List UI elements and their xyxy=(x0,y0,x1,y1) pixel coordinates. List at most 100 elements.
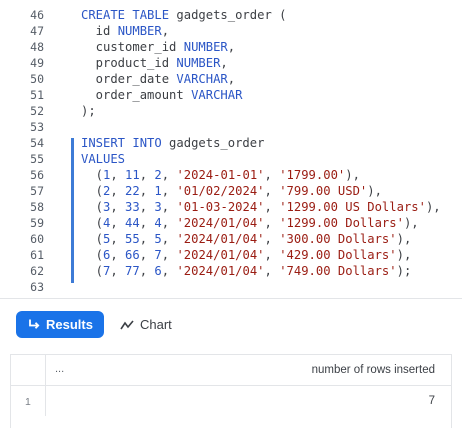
code-text: product_id NUMBER, xyxy=(81,55,228,71)
number-literal: 2 xyxy=(154,168,162,182)
number-literal: 22 xyxy=(125,184,140,198)
code-text: (5, 55, 5, '2024/01/04', '300.00 Dollars… xyxy=(81,231,412,247)
code-token: , xyxy=(264,248,280,262)
code-line[interactable]: 51 order_amount VARCHAR xyxy=(0,87,462,103)
code-token: , xyxy=(110,264,126,278)
code-line[interactable]: 56 (1, 11, 2, '2024-01-01', '1799.00'), xyxy=(0,167,462,183)
code-token: ), xyxy=(345,168,360,182)
number-literal: 77 xyxy=(125,264,140,278)
code-token: , xyxy=(161,264,177,278)
line-number: 62 xyxy=(30,264,44,278)
sql-editor[interactable]: 46 CREATE TABLE gadgets_order (47 id NUMB… xyxy=(0,0,462,298)
code-token: ( xyxy=(81,248,104,262)
code-text: (3, 33, 3, '01-03-2024', '1299.00 US Dol… xyxy=(81,199,441,215)
code-line[interactable]: 57 (2, 22, 1, '01/02/2024', '799.00 USD'… xyxy=(0,183,462,199)
string-literal: '1299.00 US Dollars' xyxy=(279,200,426,214)
column-header-rows-inserted[interactable]: number of rows inserted xyxy=(312,364,435,376)
string-literal: '429.00 Dollars' xyxy=(279,248,397,262)
code-token: , xyxy=(139,232,155,246)
line-number: 54 xyxy=(30,136,44,150)
line-number: 46 xyxy=(30,8,44,22)
code-line[interactable]: 63 xyxy=(0,279,462,295)
code-line[interactable]: 53 xyxy=(0,119,462,135)
code-line[interactable]: 49 product_id NUMBER, xyxy=(0,55,462,71)
string-literal: '2024/01/04' xyxy=(176,264,265,278)
code-token: ( xyxy=(81,232,104,246)
code-text: (1, 11, 2, '2024-01-01', '1799.00'), xyxy=(81,167,360,183)
column-menu-dots[interactable]: ... xyxy=(55,363,64,375)
code-token: , xyxy=(110,232,126,246)
line-number: 52 xyxy=(30,104,44,118)
code-token: , xyxy=(264,232,280,246)
line-number: 60 xyxy=(30,232,44,246)
rows-inserted-value[interactable]: 7 xyxy=(429,395,435,407)
code-text: order_date VARCHAR, xyxy=(81,71,235,87)
table-header-row: ... number of rows inserted xyxy=(11,355,451,386)
code-line[interactable]: 59 (4, 44, 4, '2024/01/04', '1299.00 Dol… xyxy=(0,215,462,231)
code-token: ), xyxy=(403,216,419,230)
code-token: , xyxy=(264,168,280,182)
code-text: VALUES xyxy=(81,151,125,167)
code-text: (7, 77, 6, '2024/01/04', '749.00 Dollars… xyxy=(81,263,412,279)
code-line[interactable]: 46 CREATE TABLE gadgets_order ( xyxy=(0,7,462,23)
sql-keyword: NUMBER xyxy=(183,40,228,54)
code-line[interactable]: 55 VALUES xyxy=(0,151,462,167)
code-token: , xyxy=(264,216,280,230)
string-literal: '01/02/2024' xyxy=(176,184,265,198)
sql-keyword: NUMBER xyxy=(117,24,162,38)
code-token: , xyxy=(220,56,228,70)
number-literal: 33 xyxy=(125,200,140,214)
code-token: gadgets_order ( xyxy=(169,8,287,22)
sql-keyword: VALUES xyxy=(81,152,126,166)
string-literal: '799.00 USD' xyxy=(279,184,368,198)
line-number: 57 xyxy=(30,184,44,198)
code-token: , xyxy=(139,248,155,262)
code-token: , xyxy=(161,216,177,230)
row-index: 1 xyxy=(25,396,31,408)
string-literal: '2024/01/04' xyxy=(176,216,265,230)
code-line[interactable]: 62 (7, 77, 6, '2024/01/04', '749.00 Doll… xyxy=(0,263,462,279)
line-number: 55 xyxy=(30,152,44,166)
table-row[interactable]: 1 7 xyxy=(11,386,451,416)
number-literal: 11 xyxy=(125,168,140,182)
code-line[interactable]: 54 INSERT INTO gadgets_order xyxy=(0,135,462,151)
sql-keyword: CREATE TABLE xyxy=(81,8,170,22)
string-literal: '2024/01/04' xyxy=(176,232,265,246)
number-literal: 44 xyxy=(125,216,140,230)
code-text: id NUMBER, xyxy=(81,23,169,39)
sql-keyword: VARCHAR xyxy=(176,72,228,86)
code-line[interactable]: 52); xyxy=(0,103,462,119)
number-literal: 5 xyxy=(154,232,162,246)
code-line[interactable]: 60 (5, 55, 5, '2024/01/04', '300.00 Doll… xyxy=(0,231,462,247)
code-text: ); xyxy=(81,103,96,119)
code-token: , xyxy=(139,184,155,198)
code-line[interactable]: 58 (3, 33, 3, '01-03-2024', '1299.00 US … xyxy=(0,199,462,215)
code-token: , xyxy=(110,184,126,198)
string-literal: '2024/01/04' xyxy=(176,248,265,262)
code-token: , xyxy=(139,264,155,278)
code-token: ( xyxy=(81,168,104,182)
code-token: ), xyxy=(425,200,441,214)
code-line[interactable]: 47 id NUMBER, xyxy=(0,23,462,39)
line-chart-icon xyxy=(120,319,134,329)
code-token: , xyxy=(264,184,280,198)
code-token: , xyxy=(110,168,126,182)
number-literal: 55 xyxy=(125,232,140,246)
code-token: , xyxy=(227,40,236,54)
code-token: , xyxy=(139,200,155,214)
string-literal: '1299.00 Dollars' xyxy=(279,216,404,230)
code-line[interactable]: 61 (6, 66, 7, '2024/01/04', '429.00 Doll… xyxy=(0,247,462,263)
code-text: CREATE TABLE gadgets_order ( xyxy=(81,7,286,23)
tab-chart[interactable]: Chart xyxy=(120,311,172,338)
sql-keyword: VARCHAR xyxy=(191,88,243,102)
return-arrow-icon xyxy=(29,319,40,329)
code-line[interactable]: 48 customer_id NUMBER, xyxy=(0,39,462,55)
code-line[interactable]: 50 order_date VARCHAR, xyxy=(0,71,462,87)
tab-results-label: Results xyxy=(46,317,93,332)
string-literal: '300.00 Dollars' xyxy=(279,232,397,246)
code-token: , xyxy=(227,72,236,86)
tab-results[interactable]: Results xyxy=(16,311,104,338)
code-token: , xyxy=(110,200,126,214)
code-token: ), xyxy=(396,248,412,262)
code-token: ), xyxy=(396,232,412,246)
